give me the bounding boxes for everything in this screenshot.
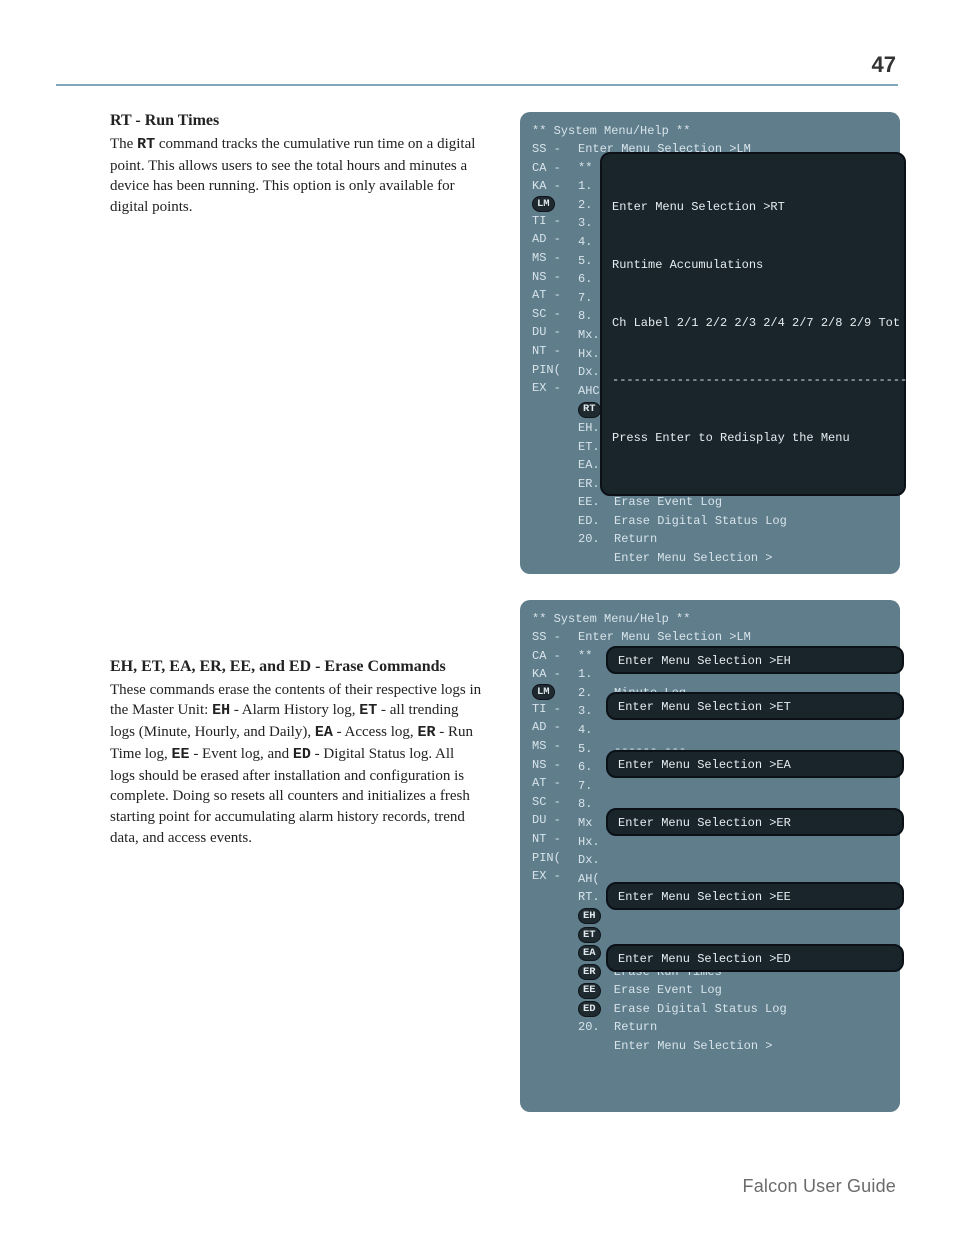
menu-text: Erase Digital Status Log xyxy=(607,1000,787,1019)
sidecode: AD - xyxy=(532,230,561,249)
terminal-erase: ** System Menu/Help ** SS -CA -KA -LMTI … xyxy=(520,600,900,1112)
section-erase-body: These commands erase the contents of the… xyxy=(110,680,482,849)
menu-line: ED. Erase Digital Status Log xyxy=(578,512,888,531)
sidecode: NS - xyxy=(532,268,561,287)
terminal-popup-erase: Enter Menu Selection >EA xyxy=(606,750,904,778)
menu-text xyxy=(607,926,614,945)
terminal-sidecodes: SS -CA -KA -LMTI -AD -MS -NS -AT -SC -DU… xyxy=(532,628,561,886)
menu-code-bubble: ED xyxy=(578,1001,601,1017)
menu-line: ET xyxy=(578,926,888,945)
section-rt-body: The RT command tracks the cumulative run… xyxy=(110,134,482,218)
menu-line: Enter Menu Selection > xyxy=(578,1037,888,1056)
menu-line: 20. Return xyxy=(578,1018,888,1037)
code-rt: RT xyxy=(137,136,155,153)
terminal-popup-erase: Enter Menu Selection >EE xyxy=(606,882,904,910)
sidecode: PIN( xyxy=(532,361,561,380)
code-ee: EE xyxy=(172,746,190,763)
page: 47 RT - Run Times The RT command tracks … xyxy=(0,0,954,1235)
sidecode: KA - xyxy=(532,665,561,684)
sidecode: TI - xyxy=(532,700,561,719)
sidecode: CA - xyxy=(532,647,561,666)
terminal-popup-rt: Enter Menu Selection >RT Runtime Accumul… xyxy=(600,152,906,496)
left-column: RT - Run Times The RT command tracks the… xyxy=(110,112,482,878)
popup-line: Runtime Accumulations xyxy=(612,256,894,275)
code-ea: EA xyxy=(315,724,333,741)
terminal-title: ** System Menu/Help ** xyxy=(532,610,888,629)
menu-line: ED Erase Digital Status Log xyxy=(578,1000,888,1019)
sidecode: NT - xyxy=(532,342,561,361)
menu-line: 20. Return xyxy=(578,530,888,549)
sidecode-selected: LM xyxy=(532,684,555,700)
terminal-popup-erase: Enter Menu Selection >ED xyxy=(606,944,904,972)
sidecode: LM xyxy=(532,684,561,700)
footer-text: Falcon User Guide xyxy=(743,1176,896,1197)
menu-code-bubble: ER xyxy=(578,964,601,980)
sidecode: EX - xyxy=(532,379,561,398)
popup-line: Enter Menu Selection >RT xyxy=(612,198,894,217)
menu-code-bubble: EA xyxy=(578,945,601,961)
sidecode: SS - xyxy=(532,628,561,647)
sidecode: SC - xyxy=(532,305,561,324)
code-et: ET xyxy=(359,702,377,719)
sidecode: MS - xyxy=(532,737,561,756)
terminal-popup-erase: Enter Menu Selection >ET xyxy=(606,692,904,720)
sidecode: NT - xyxy=(532,830,561,849)
menu-code-bubble: RT xyxy=(578,402,601,418)
sidecode-selected: LM xyxy=(532,196,555,212)
sidecode: TI - xyxy=(532,212,561,231)
terminal-popup-erase: Enter Menu Selection >ER xyxy=(606,808,904,836)
sidecode: NS - xyxy=(532,756,561,775)
popup-line: Press Enter to Redisplay the Menu xyxy=(612,429,894,448)
header-rule xyxy=(56,84,898,86)
menu-line: Dx. xyxy=(578,851,888,870)
section-rt-heading: RT - Run Times xyxy=(110,112,482,130)
menu-line: 7. xyxy=(578,777,888,796)
sidecode: SC - xyxy=(532,793,561,812)
section-erase-heading: EH, ET, EA, ER, EE, and ED - Erase Comma… xyxy=(110,658,482,676)
code-ed: ED xyxy=(293,746,311,763)
code-er: ER xyxy=(417,724,435,741)
terminal-sidecodes: SS -CA -KA -LMTI -AD -MS -NS -AT -SC -DU… xyxy=(532,140,561,398)
sidecode: AT - xyxy=(532,774,561,793)
sidecode: SS - xyxy=(532,140,561,159)
popup-line: Ch Label 2/1 2/2 2/3 2/4 2/7 2/8 2/9 Tot xyxy=(612,314,894,333)
sidecode: DU - xyxy=(532,811,561,830)
sidecode: EX - xyxy=(532,867,561,886)
menu-code-bubble: EE xyxy=(578,983,601,999)
menu-code-bubble: ET xyxy=(578,927,601,943)
sidecode: CA - xyxy=(532,159,561,178)
terminal-rt: ** System Menu/Help ** SS -CA -KA -LMTI … xyxy=(520,112,900,574)
section-rt: RT - Run Times The RT command tracks the… xyxy=(110,112,482,218)
menu-line: EE. Erase Event Log xyxy=(578,493,888,512)
sidecode: MS - xyxy=(532,249,561,268)
sidecode: KA - xyxy=(532,177,561,196)
page-number: 47 xyxy=(872,52,896,78)
menu-text: Erase Event Log xyxy=(607,981,722,1000)
menu-line: EE Erase Event Log xyxy=(578,981,888,1000)
sidecode: DU - xyxy=(532,323,561,342)
menu-code-bubble: EH xyxy=(578,908,601,924)
terminal-prompt: Enter Menu Selection >LM xyxy=(578,628,888,647)
sidecode: LM xyxy=(532,196,561,212)
terminal-title: ** System Menu/Help ** xyxy=(532,122,888,141)
sidecode: PIN( xyxy=(532,849,561,868)
menu-line: Enter Menu Selection > xyxy=(578,549,888,568)
sidecode: AT - xyxy=(532,286,561,305)
terminal-popup-erase: Enter Menu Selection >EH xyxy=(606,646,904,674)
menu-line: 4. xyxy=(578,721,888,740)
popup-line: ----------------------------------------… xyxy=(612,371,894,390)
section-erase: EH, ET, EA, ER, EE, and ED - Erase Comma… xyxy=(110,658,482,849)
sidecode: AD - xyxy=(532,718,561,737)
code-eh: EH xyxy=(212,702,230,719)
